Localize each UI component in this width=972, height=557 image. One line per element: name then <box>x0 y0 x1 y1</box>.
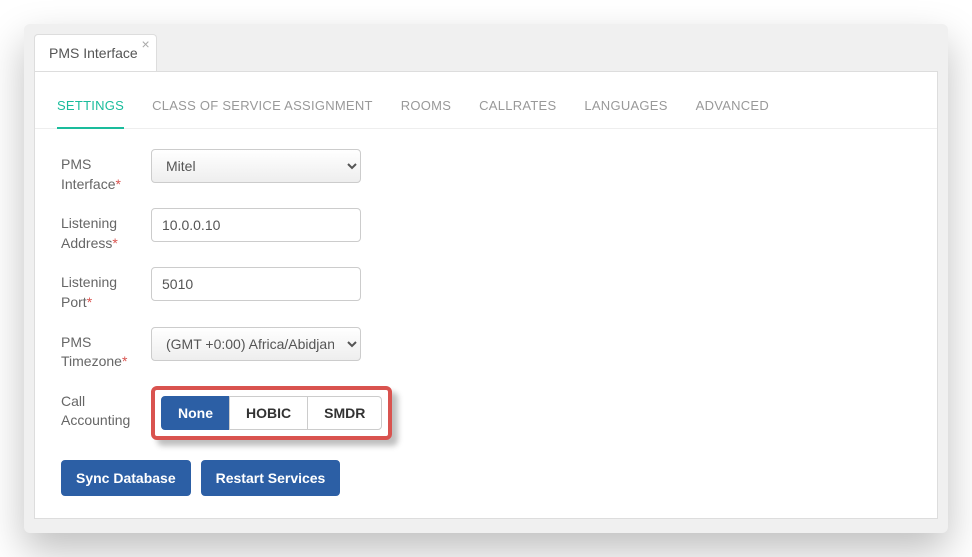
window-tab-pms-interface[interactable]: PMS Interface × <box>34 34 157 71</box>
label-listening-port: Listening Port* <box>61 267 151 312</box>
tab-advanced[interactable]: ADVANCED <box>696 88 769 128</box>
segbtn-hobic[interactable]: HOBIC <box>229 396 308 430</box>
window-tabbar: PMS Interface × <box>34 34 938 72</box>
segbtn-smdr[interactable]: SMDR <box>307 396 382 430</box>
tab-class-of-service[interactable]: CLASS OF SERVICE ASSIGNMENT <box>152 88 373 128</box>
restart-services-button[interactable]: Restart Services <box>201 460 341 496</box>
subtab-bar: SETTINGS CLASS OF SERVICE ASSIGNMENT ROO… <box>35 72 937 129</box>
label-call-accounting: Call Accounting <box>61 386 151 431</box>
content-pane: SETTINGS CLASS OF SERVICE ASSIGNMENT ROO… <box>34 72 938 519</box>
label-listening-address: Listening Address* <box>61 208 151 253</box>
label-pms-timezone: PMS Timezone* <box>61 327 151 372</box>
action-bar: Sync Database Restart Services <box>61 460 911 496</box>
tab-rooms[interactable]: ROOMS <box>401 88 451 128</box>
tab-settings[interactable]: SETTINGS <box>57 88 124 129</box>
window-tab-label: PMS Interface <box>49 45 138 61</box>
window-panel: PMS Interface × SETTINGS CLASS OF SERVIC… <box>24 24 948 533</box>
segmented-call-accounting: None HOBIC SMDR <box>161 396 382 430</box>
input-listening-address[interactable] <box>151 208 361 242</box>
highlight-call-accounting: None HOBIC SMDR <box>151 386 392 440</box>
select-pms-interface[interactable]: Mitel <box>151 149 361 183</box>
input-listening-port[interactable] <box>151 267 361 301</box>
select-pms-timezone[interactable]: (GMT +0:00) Africa/Abidjan <box>151 327 361 361</box>
segbtn-none[interactable]: None <box>161 396 230 430</box>
tab-languages[interactable]: LANGUAGES <box>584 88 667 128</box>
sync-database-button[interactable]: Sync Database <box>61 460 191 496</box>
close-icon[interactable]: × <box>142 37 150 51</box>
settings-form: PMS Interface* Mitel Listening Address* … <box>35 129 937 516</box>
tab-callrates[interactable]: CALLRATES <box>479 88 556 128</box>
label-pms-interface: PMS Interface* <box>61 149 151 194</box>
